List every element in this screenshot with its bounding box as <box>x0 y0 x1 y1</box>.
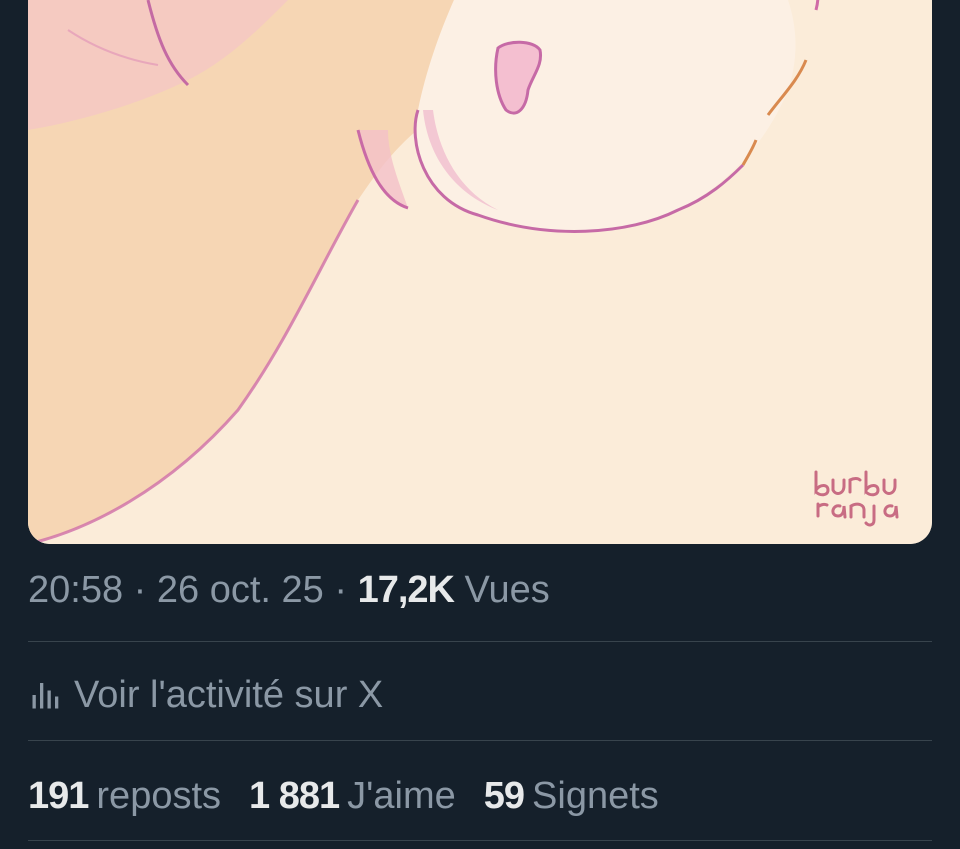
engagement-stats: 191 reposts 1 881 J'aime 59 Signets <box>28 770 659 822</box>
views-label: Vues <box>464 569 550 611</box>
post-date[interactable]: 26 oct. 25 <box>157 569 324 611</box>
view-activity-label: Voir l'activité sur X <box>74 673 384 716</box>
bookmarks-stat[interactable]: 59 Signets <box>484 775 659 818</box>
analytics-icon <box>32 683 59 709</box>
divider <box>28 840 932 841</box>
bookmarks-count: 59 <box>483 774 525 817</box>
reposts-label: reposts <box>96 774 222 817</box>
bookmarks-label: Signets <box>532 774 659 817</box>
meta-separator: · <box>334 569 347 611</box>
post-time: 20:58 <box>28 569 124 611</box>
reposts-count: 191 <box>28 774 89 817</box>
view-activity-link[interactable]: Voir l'activité sur X <box>28 668 383 722</box>
divider <box>28 641 932 642</box>
reposts-stat[interactable]: 191 reposts <box>28 775 221 818</box>
likes-stat[interactable]: 1 881 J'aime <box>249 775 456 818</box>
meta-separator: · <box>133 569 147 611</box>
post-image[interactable] <box>28 0 932 544</box>
likes-count: 1 881 <box>249 774 340 817</box>
post-metadata: 20:58 · 26 oct. 25 · 17,2K Vues <box>28 566 550 614</box>
divider <box>28 740 932 741</box>
likes-label: J'aime <box>347 774 456 817</box>
views-count: 17,2K <box>357 569 455 611</box>
pencil-drawing-illustration <box>28 0 932 544</box>
